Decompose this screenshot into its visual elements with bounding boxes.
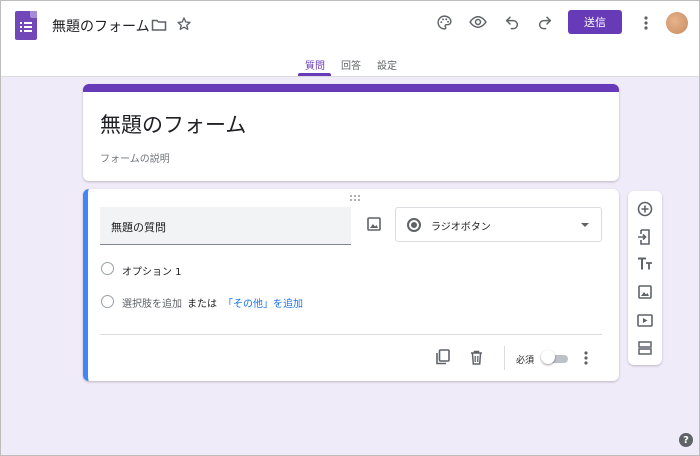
card-divider bbox=[100, 334, 602, 335]
import-questions-icon[interactable] bbox=[635, 227, 655, 247]
form-description-field[interactable]: フォームの説明 bbox=[100, 150, 170, 165]
document-title[interactable]: 無題のフォーム bbox=[52, 16, 150, 36]
add-other-link[interactable]: 「その他」を追加 bbox=[223, 295, 303, 310]
add-image-icon[interactable] bbox=[365, 215, 383, 233]
top-bar: 無題のフォーム 送信 質問 回答 設定 bbox=[1, 1, 699, 77]
add-option-link[interactable]: 選択肢を追加 bbox=[122, 295, 182, 310]
question-more-vert-icon[interactable] bbox=[578, 348, 594, 368]
help-icon[interactable]: ? bbox=[679, 433, 693, 447]
send-button[interactable]: 送信 bbox=[568, 10, 622, 34]
question-card[interactable]: 無題の質問 ラジオボタン オプション 1 選択肢を追加 または 「その他」を追加… bbox=[83, 189, 619, 381]
option-1-label[interactable]: オプション 1 bbox=[122, 263, 182, 278]
add-title-icon[interactable] bbox=[635, 254, 655, 274]
dropdown-arrow-icon bbox=[581, 223, 589, 227]
undo-icon[interactable] bbox=[502, 12, 522, 32]
tab-bar: 質問 回答 設定 bbox=[1, 51, 699, 77]
question-type-select[interactable]: ラジオボタン bbox=[395, 207, 602, 242]
tab-questions[interactable]: 質問 bbox=[302, 57, 328, 72]
or-label: または bbox=[187, 299, 217, 310]
required-toggle-knob[interactable] bbox=[541, 350, 555, 364]
folder-icon[interactable] bbox=[150, 16, 168, 34]
add-video-icon[interactable] bbox=[635, 310, 655, 330]
star-icon[interactable] bbox=[175, 15, 193, 33]
question-title-input[interactable]: 無題の質問 bbox=[100, 207, 351, 245]
palette-icon[interactable] bbox=[434, 12, 454, 32]
required-label: 必須 bbox=[516, 356, 535, 366]
add-option-radio-icon bbox=[101, 295, 114, 308]
add-section-icon[interactable] bbox=[635, 338, 655, 358]
drag-handle-icon[interactable] bbox=[350, 195, 362, 201]
form-title-card: 無題のフォーム フォームの説明 bbox=[83, 84, 619, 181]
duplicate-icon[interactable] bbox=[431, 346, 453, 368]
active-tab-indicator bbox=[298, 73, 331, 76]
side-toolbar bbox=[628, 191, 662, 365]
avatar[interactable] bbox=[666, 12, 688, 34]
form-title[interactable]: 無題のフォーム bbox=[100, 109, 246, 139]
question-type-label: ラジオボタン bbox=[431, 222, 491, 233]
eye-icon[interactable] bbox=[468, 12, 488, 32]
option-radio-icon bbox=[101, 262, 114, 275]
forms-logo-icon[interactable] bbox=[15, 11, 37, 40]
add-question-icon[interactable] bbox=[635, 199, 655, 219]
add-image-icon[interactable] bbox=[635, 282, 655, 302]
redo-icon[interactable] bbox=[535, 12, 555, 32]
radio-button-icon bbox=[407, 218, 421, 232]
delete-icon[interactable] bbox=[465, 346, 487, 368]
more-vert-icon[interactable] bbox=[638, 13, 654, 33]
footer-divider bbox=[504, 346, 505, 370]
tab-responses[interactable]: 回答 bbox=[338, 57, 364, 72]
tab-settings[interactable]: 設定 bbox=[374, 57, 400, 72]
